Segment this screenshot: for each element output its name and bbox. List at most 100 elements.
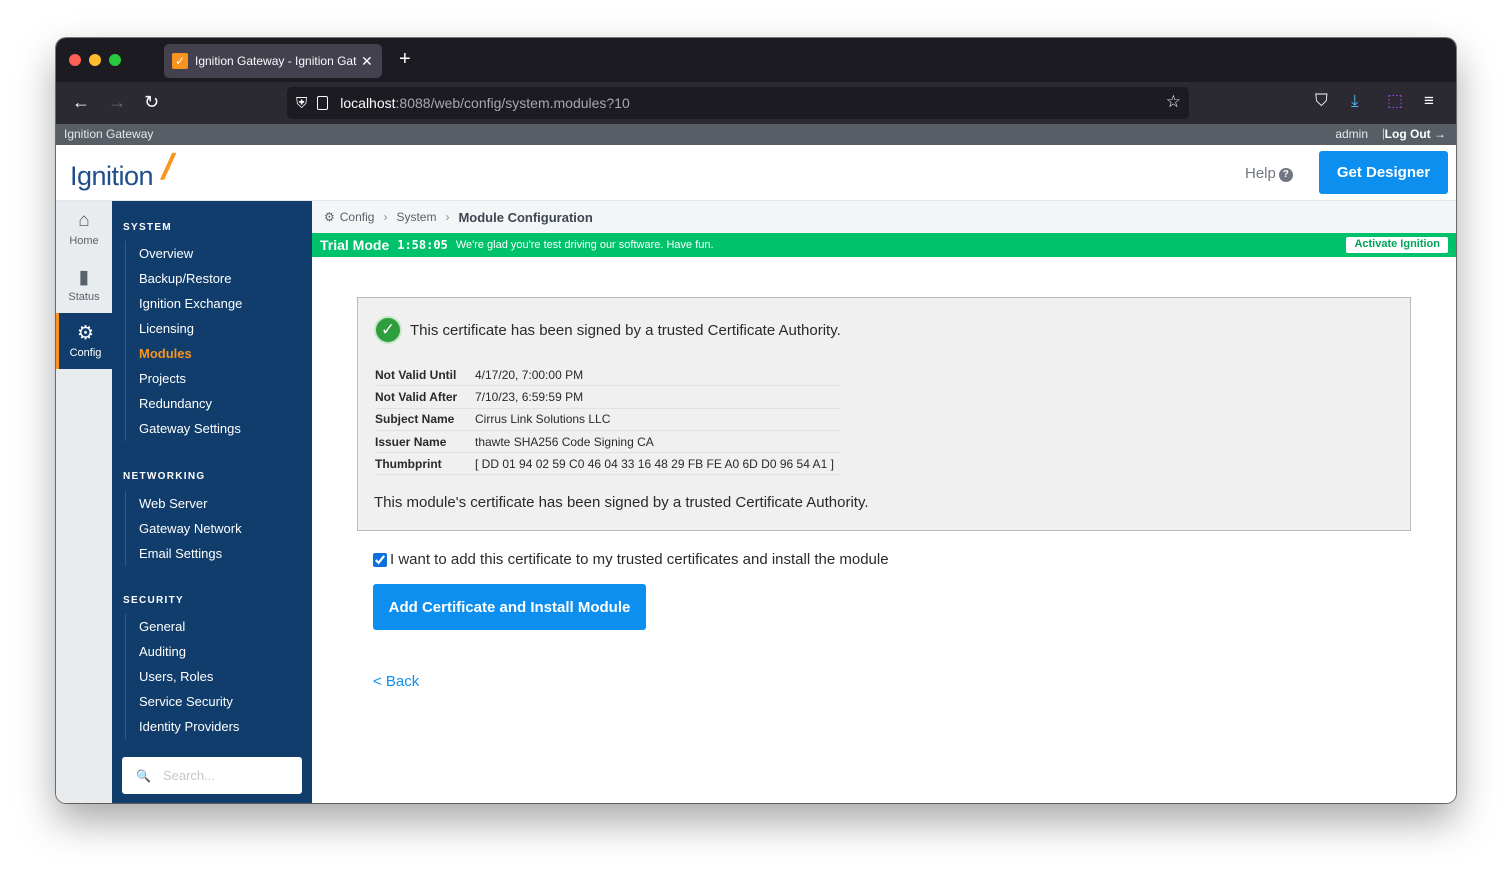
sidebar-item-email-settings[interactable]: Email Settings [126,541,242,566]
url-host: localhost [340,95,396,111]
rail-label-status: Status [68,291,100,303]
trust-certificate-option[interactable]: I want to add this certificate to my tru… [373,551,889,568]
cert-key: Issuer Name [375,434,447,449]
back-arrow-icon[interactable]: ← [72,92,90,112]
sidebar-item-identity-providers[interactable]: Identity Providers [126,714,239,739]
sidebar-item-projects[interactable]: Projects [126,366,242,391]
breadcrumb: ⚙ Config › System › Module Configuration [312,201,1456,233]
cert-value: [ DD 01 94 02 59 C0 46 04 33 16 48 29 FB… [475,456,834,471]
screenshot-icon[interactable]: ⬚ [1387,91,1403,111]
pocket-icon[interactable]: ⛉ [1315,91,1328,111]
breadcrumb-config[interactable]: Config [340,210,375,224]
rail-label-home: Home [69,235,99,247]
downloads-icon[interactable]: ⤓ [1351,91,1359,111]
breadcrumb-separator-icon: › [445,210,450,224]
cert-row-not-valid-after: Not Valid After 7/10/23, 6:59:59 PM [375,386,840,409]
sidebar-item-auditing[interactable]: Auditing [126,639,239,664]
left-rail: ⌂ Home ▮ Status ⚙ Config [56,201,112,803]
navigation-bar: ← → ↻ ⛨ localhost:8088/web/config/system… [56,82,1456,124]
window-minimize-button[interactable] [89,54,101,66]
section-title-networking: NETWORKING [123,471,206,482]
gateway-top-bar: Ignition Gateway admin | Log Out → [56,124,1456,145]
current-user[interactable]: admin [1335,127,1368,141]
search-input[interactable] [162,768,293,783]
trial-banner: Trial Mode 1:58:05 We're glad you're tes… [312,233,1456,257]
bookmark-star-icon[interactable]: ☆ [1166,92,1181,112]
sidebar-item-licensing[interactable]: Licensing [126,316,242,341]
hamburger-menu-icon[interactable]: ≡ [1424,91,1434,111]
sidebar-item-redundancy[interactable]: Redundancy [126,391,242,416]
cert-value: thawte SHA256 Code Signing CA [475,434,654,449]
new-tab-button[interactable]: + [399,48,411,71]
cert-key: Thumbprint [375,456,442,471]
sidebar-item-modules[interactable]: Modules [126,341,242,366]
url-path: :8088/web/config/system.modules?10 [395,95,630,111]
page-info-icon[interactable] [317,96,329,110]
gear-icon: ⚙ [76,323,95,344]
forward-arrow-icon[interactable]: → [108,92,126,112]
browser-tab[interactable]: ✓ Ignition Gateway - Ignition Gateway ✕ [164,44,382,78]
sidebar-item-service-security[interactable]: Service Security [126,689,239,714]
cog-icon: ⚙ [324,210,335,224]
sidebar-item-backup-restore[interactable]: Backup/Restore [126,266,242,291]
help-label: Help [1245,165,1276,182]
trial-mode-label: Trial Mode [320,237,390,253]
sidebar-search[interactable]: 🔍 [122,757,302,794]
section-title-system: SYSTEM [123,222,172,233]
home-icon: ⌂ [78,210,90,231]
activate-ignition-button[interactable]: Activate Ignition [1346,237,1448,253]
sidebar-item-ignition-exchange[interactable]: Ignition Exchange [126,291,242,316]
main-content: ⚙ Config › System › Module Configuration… [312,201,1456,803]
cert-value: Cirrus Link Solutions LLC [475,412,611,427]
url-text[interactable]: localhost:8088/web/config/system.modules… [340,95,630,111]
bar-chart-icon: ▮ [78,267,90,288]
certificate-footer: This module's certificate has been signe… [374,494,869,511]
page-title: Module Configuration [458,209,593,225]
sidebar-item-gateway-network[interactable]: Gateway Network [126,516,242,541]
trust-certificate-checkbox[interactable] [373,552,387,567]
certificate-status: ✓ This certificate has been signed by a … [374,316,841,344]
search-icon: 🔍 [136,768,151,783]
install-module-button[interactable]: Add Certificate and Install Module [373,584,646,630]
breadcrumb-separator-icon: › [383,210,388,224]
sidebar-item-general[interactable]: General [126,614,239,639]
address-bar[interactable]: ⛨ localhost:8088/web/config/system.modul… [287,87,1189,119]
get-designer-button[interactable]: Get Designer [1319,151,1448,194]
back-link[interactable]: < Back [373,673,419,690]
sidebar-item-gateway-settings[interactable]: Gateway Settings [126,416,242,441]
browser-window: ✓ Ignition Gateway - Ignition Gateway ✕ … [56,38,1456,803]
config-sidebar: SYSTEM Overview Backup/Restore Ignition … [112,201,312,803]
ignition-logo-mark: / [157,146,179,187]
tab-close-icon[interactable]: ✕ [361,53,373,70]
help-link[interactable]: Help? [1245,165,1293,182]
cert-row-not-valid-until: Not Valid Until 4/17/20, 7:00:00 PM [375,364,840,387]
networking-menu: Web Server Gateway Network Email Setting… [125,491,242,566]
logout-link[interactable]: Log Out → [1385,127,1446,141]
cert-key: Not Valid After [375,389,458,404]
cert-row-issuer-name: Issuer Name thawte SHA256 Code Signing C… [375,431,840,454]
certificate-panel: ✓ This certificate has been signed by a … [357,297,1411,531]
breadcrumb-system[interactable]: System [396,210,436,224]
security-menu: General Auditing Users, Roles Service Se… [125,614,239,739]
section-title-security: SECURITY [123,595,184,606]
gateway-title: Ignition Gateway [64,127,154,141]
cert-value: 7/10/23, 6:59:59 PM [475,389,584,404]
system-menu: Overview Backup/Restore Ignition Exchang… [125,241,242,441]
trial-timer: 1:58:05 [397,238,448,252]
window-maximize-button[interactable] [109,54,121,66]
tab-bar: ✓ Ignition Gateway - Ignition Gateway ✕ … [56,38,1456,82]
tab-title: Ignition Gateway - Ignition Gateway [195,54,357,68]
cert-key: Subject Name [375,412,455,427]
sidebar-item-web-server[interactable]: Web Server [126,491,242,516]
rail-item-status[interactable]: ▮ Status [56,257,112,313]
tracking-shield-icon[interactable]: ⛨ [296,95,307,112]
sidebar-item-users-roles[interactable]: Users, Roles [126,664,239,689]
check-circle-icon: ✓ [374,316,402,344]
ignition-logo[interactable]: Ignition [70,161,154,192]
window-close-button[interactable] [69,54,81,66]
cert-row-subject-name: Subject Name Cirrus Link Solutions LLC [375,409,840,431]
sidebar-item-overview[interactable]: Overview [126,241,242,266]
rail-item-config[interactable]: ⚙ Config [56,313,112,369]
rail-item-home[interactable]: ⌂ Home [56,201,112,257]
reload-icon[interactable]: ↻ [144,92,159,112]
